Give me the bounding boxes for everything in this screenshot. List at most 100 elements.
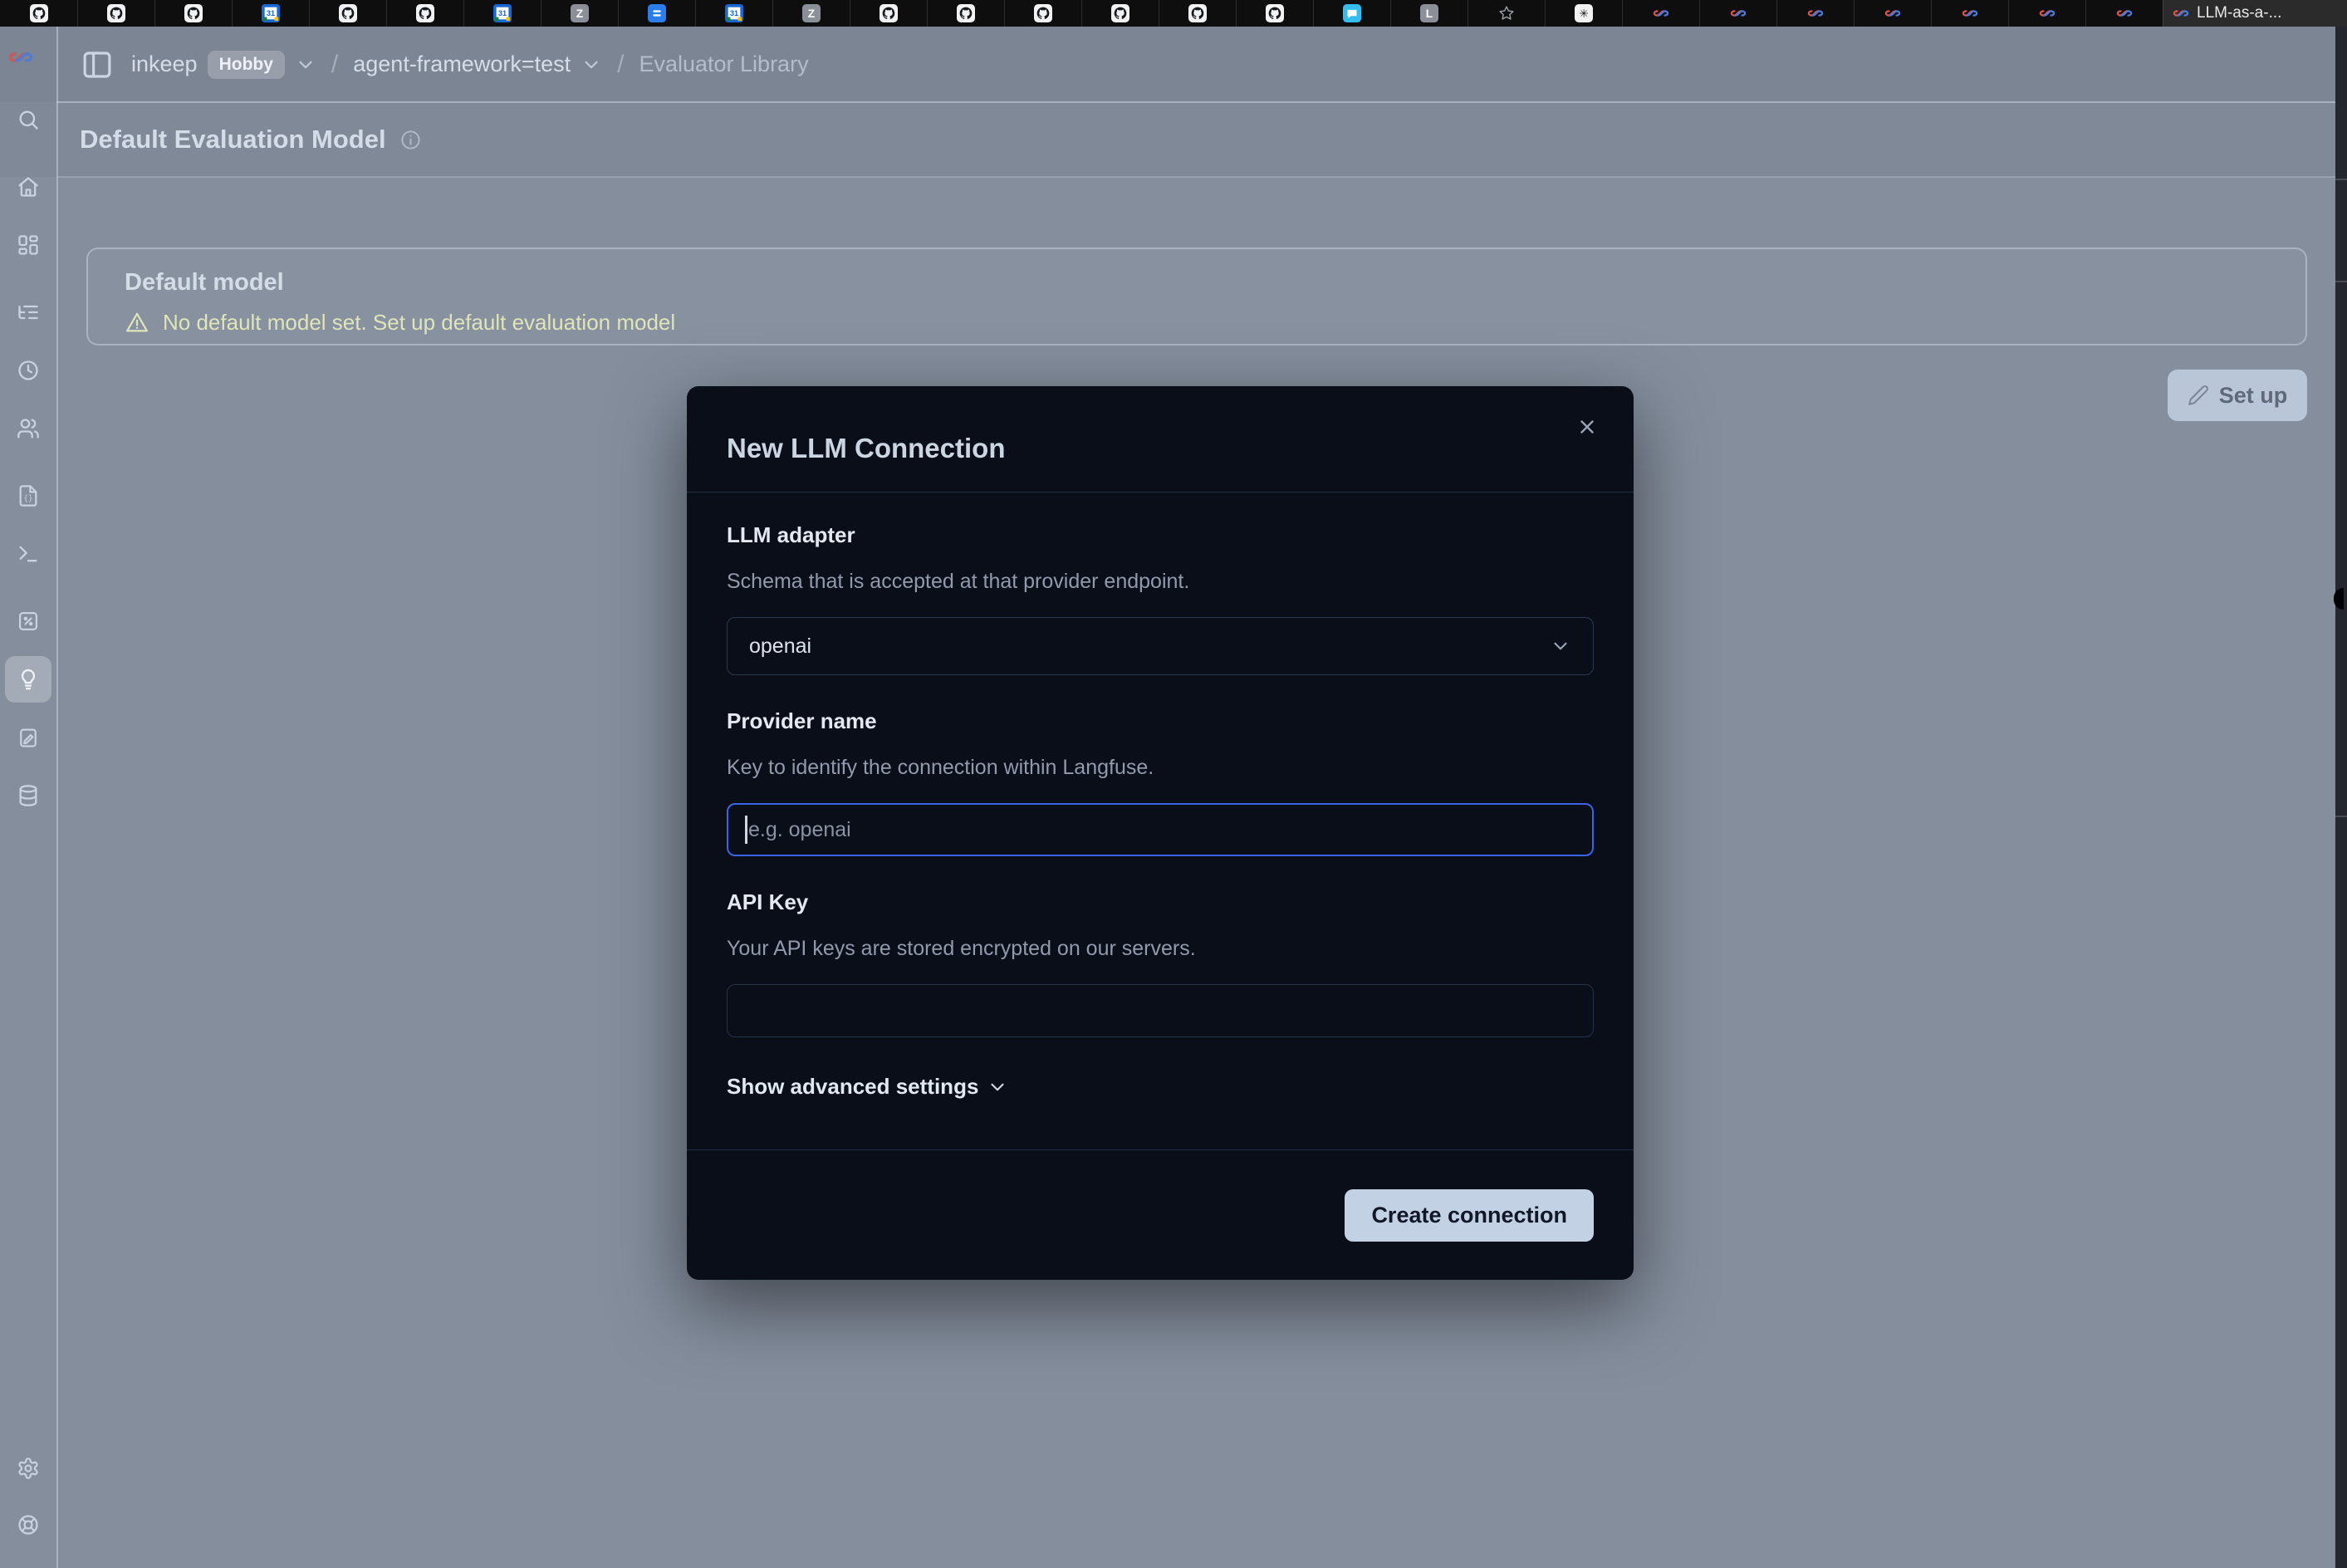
browser-tab-langfuse[interactable] xyxy=(2085,0,2163,27)
sidebar-item-annotation[interactable] xyxy=(5,714,51,761)
sidebar-item-tracing[interactable] xyxy=(5,289,51,336)
divider xyxy=(2335,816,2347,817)
sidebar-item-sessions[interactable] xyxy=(5,347,51,394)
browser-tab-langfuse[interactable] xyxy=(1854,0,1931,27)
search-icon xyxy=(17,108,40,131)
langfuse-favicon-icon xyxy=(2115,4,2134,22)
api-key-label: API Key xyxy=(727,889,1594,915)
create-connection-button[interactable]: Create connection xyxy=(1345,1189,1594,1242)
langfuse-favicon-icon xyxy=(1961,4,1979,22)
github-favicon-icon xyxy=(1034,4,1052,22)
provider-name-input[interactable] xyxy=(727,803,1594,856)
sidebar-item-dashboards[interactable] xyxy=(5,222,51,268)
llm-adapter-value: openai xyxy=(749,635,811,659)
browser-tab-langfuse[interactable] xyxy=(1622,0,1699,27)
api-key-input[interactable] xyxy=(727,984,1594,1037)
browser-tab-github[interactable] xyxy=(309,0,386,27)
provider-name-input-wrap xyxy=(727,803,1594,856)
api-key-field: API Key Your API keys are stored encrypt… xyxy=(727,889,1594,1037)
breadcrumb: inkeep Hobby / agent-framework=test / Ev… xyxy=(80,27,809,102)
browser-tab-l[interactable] xyxy=(1390,0,1467,27)
langfuse-favicon-icon xyxy=(1884,4,1902,22)
sidebar-item-settings[interactable] xyxy=(5,1445,51,1492)
sidebar-item-datasets[interactable] xyxy=(5,772,51,819)
advanced-toggle-label: Show advanced settings xyxy=(727,1074,978,1100)
browser-tab-langfuse[interactable] xyxy=(1776,0,1854,27)
browser-tab-langfuse[interactable] xyxy=(1699,0,1776,27)
browser-tab-github[interactable] xyxy=(1236,0,1313,27)
openai-favicon-icon xyxy=(1575,4,1593,22)
sidebar-item-prompts[interactable] xyxy=(5,473,51,519)
calendar-favicon-icon xyxy=(493,4,512,22)
pencil-icon xyxy=(2188,385,2209,406)
home-icon xyxy=(17,175,40,198)
browser-tab-github[interactable] xyxy=(154,0,232,27)
github-favicon-icon xyxy=(1266,4,1284,22)
warning-row: No default model set. Set up default eva… xyxy=(125,310,2269,336)
info-icon[interactable] xyxy=(399,129,422,151)
database-icon xyxy=(17,784,40,807)
browser-tab-github[interactable] xyxy=(0,0,77,27)
chat-favicon-icon xyxy=(1343,4,1361,22)
close-dialog-button[interactable] xyxy=(1569,409,1605,446)
github-favicon-icon xyxy=(1188,4,1207,22)
life-buoy-icon xyxy=(17,1513,40,1536)
warning-triangle-icon xyxy=(125,311,149,336)
org-name: inkeep xyxy=(131,51,198,77)
right-window-edge xyxy=(2335,27,2347,1568)
provider-name-description: Key to identify the connection within La… xyxy=(727,756,1594,780)
sidebar-item-playground[interactable] xyxy=(5,531,51,577)
browser-tab-z[interactable] xyxy=(772,0,850,27)
llm-adapter-select[interactable]: openai xyxy=(727,617,1594,675)
star-favicon-icon xyxy=(1497,4,1516,22)
sidebar-toggle-button[interactable] xyxy=(80,45,116,85)
browser-tab-github[interactable] xyxy=(1004,0,1081,27)
browser-tab-langfuse[interactable] xyxy=(2008,0,2085,27)
project-name: agent-framework=test xyxy=(353,51,571,77)
sidebar-item-home[interactable] xyxy=(5,164,51,210)
sidebar-group xyxy=(5,289,51,452)
browser-tab-calendar[interactable] xyxy=(232,0,309,27)
sidebar-item-scores[interactable] xyxy=(5,598,51,644)
github-favicon-icon xyxy=(107,4,125,22)
breadcrumb-project[interactable]: agent-framework=test xyxy=(353,51,602,77)
gear-icon xyxy=(17,1457,40,1480)
show-advanced-settings-toggle[interactable]: Show advanced settings xyxy=(727,1074,1008,1100)
browser-tab-github[interactable] xyxy=(77,0,154,27)
browser-tab-calendar[interactable] xyxy=(463,0,541,27)
browser-tab-github[interactable] xyxy=(386,0,463,27)
browser-tab-calendar[interactable] xyxy=(695,0,772,27)
browser-tab-docs[interactable] xyxy=(618,0,695,27)
browser-tab-chat[interactable] xyxy=(1313,0,1390,27)
sidebar-item-evaluators[interactable] xyxy=(5,656,51,703)
dialog-title: New LLM Connection xyxy=(727,433,1594,464)
edge-notch xyxy=(2334,588,2344,610)
browser-tab-github[interactable] xyxy=(927,0,1004,27)
llm-adapter-description: Schema that is accepted at that provider… xyxy=(727,570,1594,594)
breadcrumb-separator: / xyxy=(331,51,338,79)
breadcrumb-org[interactable]: inkeep Hobby xyxy=(131,51,316,79)
github-favicon-icon xyxy=(339,4,357,22)
new-llm-connection-dialog: New LLM Connection LLM adapter Schema th… xyxy=(687,386,1634,1280)
sidebar-divider xyxy=(56,27,58,1568)
browser-tab-github[interactable] xyxy=(1081,0,1159,27)
chevron-down-icon xyxy=(1550,635,1571,657)
sidebar-item-users[interactable] xyxy=(5,405,51,452)
langfuse-favicon-icon xyxy=(1652,4,1670,22)
browser-tab-github[interactable] xyxy=(1159,0,1236,27)
sidebar-item-search[interactable] xyxy=(5,96,51,143)
divider xyxy=(2335,179,2347,180)
browser-tab-github[interactable] xyxy=(850,0,927,27)
sidebar-item-support[interactable] xyxy=(5,1502,51,1548)
sidebar-nav xyxy=(5,96,51,819)
text-caret xyxy=(745,816,747,844)
sidebar-group xyxy=(5,164,51,268)
browser-tab-active[interactable]: LLM-as-a-... xyxy=(2163,0,2347,27)
sidebar-group xyxy=(5,598,51,819)
set-up-button[interactable]: Set up xyxy=(2168,370,2307,421)
browser-tab-openai[interactable] xyxy=(1545,0,1622,27)
dialog-footer: Create connection xyxy=(687,1149,1634,1280)
browser-tab-z[interactable] xyxy=(541,0,618,27)
browser-tab-star[interactable] xyxy=(1467,0,1545,27)
browser-tab-langfuse[interactable] xyxy=(1931,0,2008,27)
